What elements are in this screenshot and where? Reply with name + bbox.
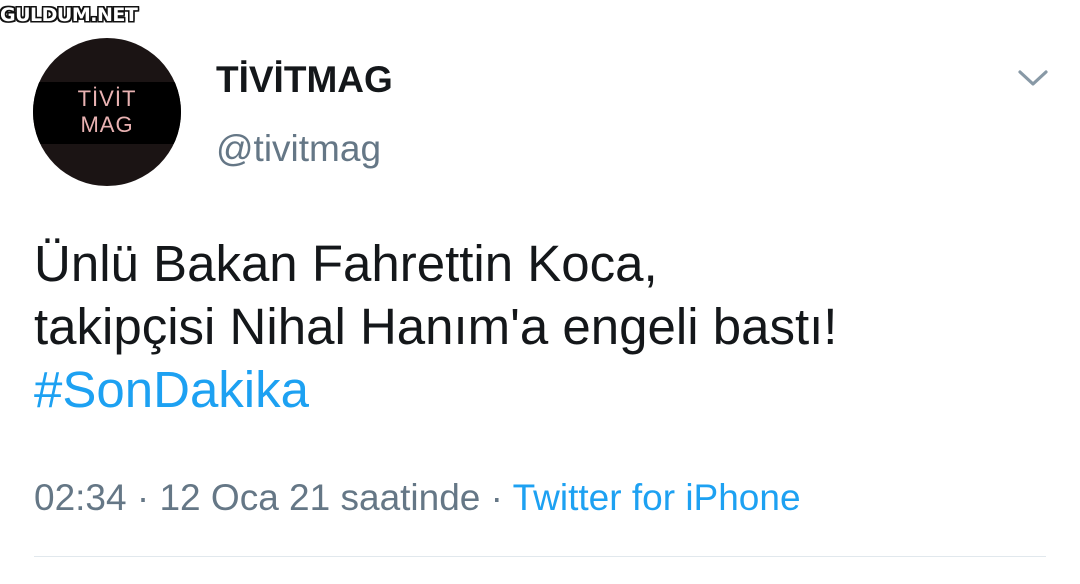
avatar-text: TİVİT MAG (33, 86, 181, 138)
meta-separator: · (136, 477, 150, 518)
chevron-down-icon[interactable] (1016, 66, 1050, 90)
tweet-text-line1: Ünlü Bakan Fahrettin Koca, (34, 235, 658, 292)
tweet-time[interactable]: 02:34 (34, 477, 127, 518)
tweet-meta: 02:34 · 12 Oca 21 saatinde · Twitter for… (34, 476, 801, 520)
display-name[interactable]: TİVİTMAG (216, 58, 393, 102)
divider (34, 556, 1046, 557)
tweet-text: Ünlü Bakan Fahrettin Koca, takipçisi Nih… (34, 232, 1054, 421)
user-handle[interactable]: @tivitmag (216, 127, 381, 171)
avatar[interactable]: TİVİT MAG (33, 38, 181, 186)
avatar-text-line1: TİVİT (77, 86, 137, 111)
meta-separator: · (490, 477, 503, 518)
avatar-text-line2: MAG (80, 112, 134, 137)
tweet-source-link[interactable]: Twitter for iPhone (513, 477, 801, 518)
tweet-text-line2: takipçisi Nihal Hanım'a engeli bastı! (34, 298, 838, 355)
hashtag-link[interactable]: #SonDakika (34, 358, 1054, 421)
watermark-logo: GULDUM.NET (0, 4, 138, 26)
tweet-date[interactable]: 12 Oca 21 saatinde (159, 477, 480, 518)
